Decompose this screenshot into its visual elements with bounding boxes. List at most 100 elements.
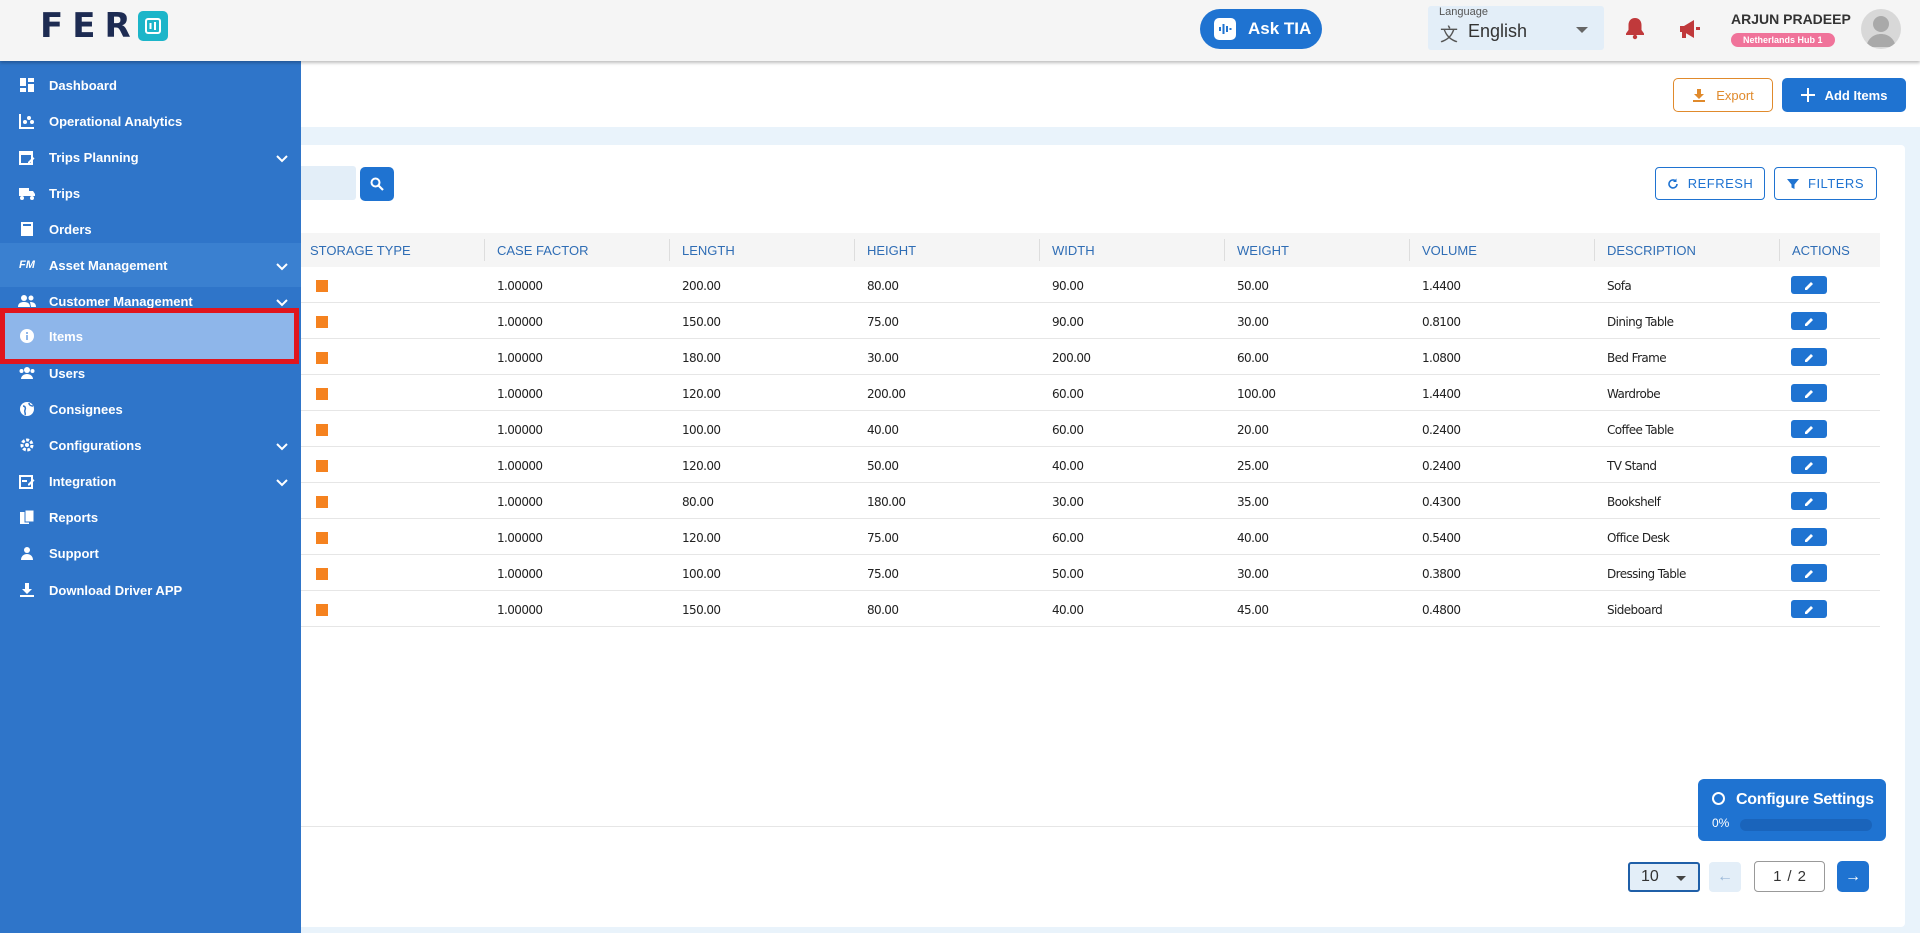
edit-button[interactable]	[1791, 456, 1827, 474]
sidebar-item-download-driver-app[interactable]: Download Driver APP	[0, 568, 301, 612]
notification-bell-icon[interactable]	[1624, 16, 1646, 45]
edit-button[interactable]	[1791, 600, 1827, 618]
chevron-down-icon	[276, 151, 288, 166]
cell-width: 30.00	[1052, 495, 1084, 509]
cell-height: 50.00	[867, 459, 899, 473]
top-bar: FER Ask TIA Language 文 English ARJUN PRA…	[0, 0, 1920, 61]
table-row: 1.00000 100.00 75.00 50.00 30.00 0.3800 Dressi…	[300, 555, 1880, 591]
cell-height: 80.00	[867, 603, 899, 617]
next-page-button[interactable]: →	[1837, 861, 1869, 892]
language-label: Language	[1439, 6, 1488, 18]
cell-description: Bookshelf	[1607, 495, 1661, 509]
storage-type-swatch	[316, 604, 328, 616]
column-header-height[interactable]: HEIGHT	[867, 243, 916, 258]
table-header: STORAGE TYPE CASE FACTOR LENGTH HEIGHT W…	[300, 233, 1880, 267]
cell-case-factor: 1.00000	[497, 531, 543, 545]
column-header-case-factor[interactable]: CASE FACTOR	[497, 243, 589, 258]
edit-button[interactable]	[1791, 276, 1827, 294]
edit-button[interactable]	[1791, 492, 1827, 510]
cell-volume: 0.2400	[1422, 423, 1461, 437]
edit-button[interactable]	[1791, 312, 1827, 330]
page-size-select[interactable]: 10	[1628, 862, 1700, 892]
page-indicator[interactable]: 1 / 2	[1754, 861, 1825, 892]
language-select[interactable]: Language 文 English	[1428, 6, 1604, 50]
configure-settings-widget[interactable]: Configure Settings 0%	[1698, 779, 1886, 841]
pencil-icon	[1804, 353, 1813, 362]
cell-width: 90.00	[1052, 315, 1084, 329]
cell-height: 80.00	[867, 279, 899, 293]
table-row: 1.00000 150.00 80.00 40.00 45.00 0.4800 Sidebo…	[300, 591, 1880, 627]
cell-height: 75.00	[867, 315, 899, 329]
chevron-down-icon	[276, 295, 288, 310]
user-name[interactable]: ARJUN PRADEEP	[1731, 11, 1851, 27]
previous-page-button[interactable]: ←	[1709, 862, 1741, 892]
column-header-weight[interactable]: WEIGHT	[1237, 243, 1289, 258]
download-icon	[1693, 89, 1706, 102]
cell-height: 200.00	[867, 387, 906, 401]
cell-volume: 0.3800	[1422, 567, 1461, 581]
cell-description: Dining Table	[1607, 315, 1674, 329]
sidebar-item-label: Configurations	[49, 437, 142, 453]
cell-description: Office Desk	[1607, 531, 1670, 545]
sidebar-item-label: Operational Analytics	[49, 113, 183, 129]
cell-volume: 0.4300	[1422, 495, 1461, 509]
column-divider	[1779, 239, 1780, 261]
export-button[interactable]: Export	[1673, 78, 1773, 112]
cell-height: 40.00	[867, 423, 899, 437]
people-icon	[18, 292, 36, 310]
cell-length: 200.00	[682, 279, 721, 293]
add-items-button[interactable]: Add Items	[1782, 78, 1906, 112]
current-page: 1	[1773, 868, 1782, 885]
storage-type-swatch	[316, 460, 328, 472]
cell-description: Coffee Table	[1607, 423, 1674, 437]
cell-volume: 1.0800	[1422, 351, 1461, 365]
truck-icon	[18, 184, 36, 202]
table-row: 1.00000 120.00 200.00 60.00 100.00 1.4400 Ward…	[300, 375, 1880, 411]
storage-type-swatch	[316, 352, 328, 364]
column-header-length[interactable]: LENGTH	[682, 243, 735, 258]
cell-length: 120.00	[682, 459, 721, 473]
column-header-width[interactable]: WIDTH	[1052, 243, 1095, 258]
pencil-icon	[1804, 461, 1813, 470]
add-items-label: Add Items	[1824, 87, 1888, 103]
refresh-label: REFRESH	[1687, 176, 1754, 191]
ask-tia-button[interactable]: Ask TIA	[1200, 9, 1322, 49]
fero-logo[interactable]: FER	[40, 6, 168, 46]
search-button[interactable]	[360, 167, 394, 201]
table-row: 1.00000 120.00 50.00 40.00 25.00 0.2400 TV Sta…	[300, 447, 1880, 483]
column-header-actions: ACTIONS	[1792, 243, 1850, 258]
sidebar-item-label: Users	[49, 365, 86, 381]
cell-description: Sideboard	[1607, 603, 1663, 617]
edit-button[interactable]	[1791, 384, 1827, 402]
support-icon	[18, 544, 36, 562]
chevron-down-icon	[276, 475, 288, 490]
refresh-icon	[1667, 178, 1678, 189]
pencil-icon	[1804, 605, 1813, 614]
filters-button[interactable]: FILTERS	[1774, 167, 1877, 200]
chevron-down-icon	[276, 259, 288, 274]
cell-length: 100.00	[682, 567, 721, 581]
avatar[interactable]	[1861, 9, 1901, 49]
edit-button[interactable]	[1791, 348, 1827, 366]
column-header-storage-type[interactable]: STORAGE TYPE	[310, 243, 411, 258]
download-icon	[18, 581, 36, 599]
cell-height: 75.00	[867, 567, 899, 581]
cell-length: 150.00	[682, 315, 721, 329]
storage-type-swatch	[316, 496, 328, 508]
cell-width: 40.00	[1052, 459, 1084, 473]
refresh-button[interactable]: REFRESH	[1655, 167, 1765, 200]
column-divider	[1594, 239, 1595, 261]
edit-button[interactable]	[1791, 420, 1827, 438]
translate-icon: 文	[1440, 25, 1458, 45]
column-header-description[interactable]: DESCRIPTION	[1607, 243, 1696, 258]
configure-settings-progress-bar	[1740, 819, 1872, 831]
edit-button[interactable]	[1791, 528, 1827, 546]
page-separator: /	[1787, 868, 1792, 885]
cell-case-factor: 1.00000	[497, 279, 543, 293]
edit-button[interactable]	[1791, 564, 1827, 582]
cell-case-factor: 1.00000	[497, 495, 543, 509]
sidebar-item-label: Download Driver APP	[49, 582, 183, 598]
calendar-edit-icon	[18, 148, 36, 166]
announcement-icon[interactable]	[1678, 18, 1702, 45]
column-header-volume[interactable]: VOLUME	[1422, 243, 1477, 258]
